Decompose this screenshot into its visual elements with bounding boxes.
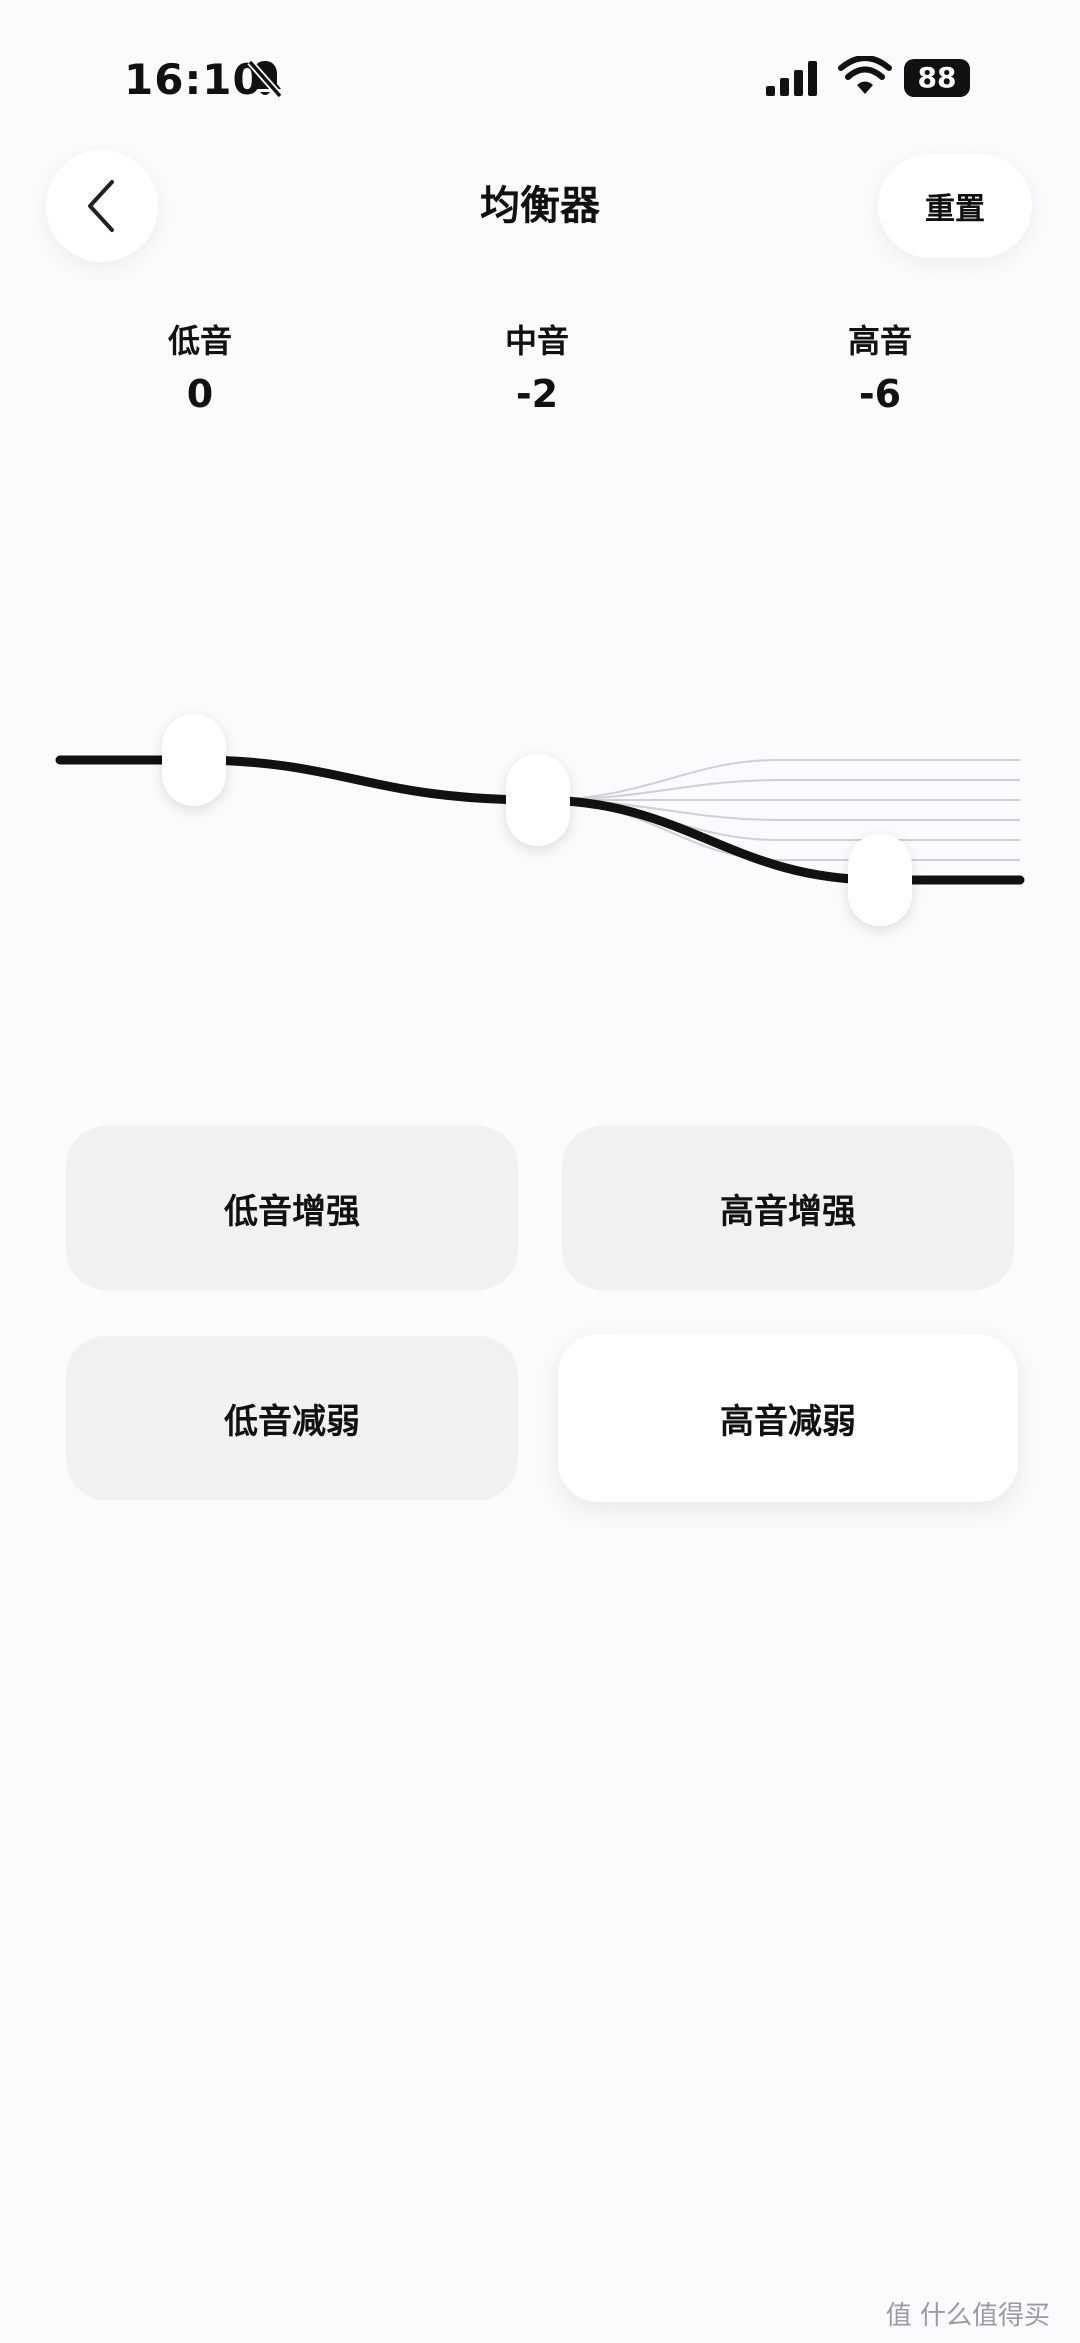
wifi-icon — [838, 56, 892, 94]
preset-treble-boost-button[interactable]: 高音增强 — [562, 1126, 1014, 1290]
eq-knob-treble[interactable] — [848, 834, 912, 926]
battery-icon: 88 — [904, 59, 970, 97]
band-bass: 低音 0 — [100, 318, 300, 424]
preset-treble-reduce-button[interactable]: 高音减弱 — [558, 1334, 1018, 1502]
page-title: 均衡器 — [480, 183, 600, 229]
band-treble-value: -6 — [858, 372, 902, 416]
band-mid-label: 中音 — [504, 322, 569, 360]
band-mid-value: -2 — [515, 372, 559, 416]
equalizer-screen: 16:10 88 均衡器 重置 低音 0 中音 -2 高音 -6 低音增强 高音… — [0, 0, 1080, 2343]
back-button[interactable] — [46, 150, 158, 262]
band-treble-label: 高音 — [847, 322, 912, 360]
band-bass-value: 0 — [186, 372, 214, 416]
band-treble: 高音 -6 — [780, 318, 980, 424]
eq-knob-mid[interactable] — [506, 754, 570, 846]
bell-slash-icon — [247, 59, 283, 99]
status-bar: 16:10 88 — [0, 0, 1080, 150]
preset-bass-boost-button[interactable]: 低音增强 — [66, 1126, 518, 1290]
band-bass-label: 低音 — [167, 322, 232, 360]
reset-button[interactable]: 重置 — [878, 154, 1032, 258]
eq-knob-bass[interactable] — [162, 714, 226, 806]
status-time: 16:10 — [124, 55, 263, 104]
band-mid: 中音 -2 — [437, 318, 637, 424]
watermark: 值 什么值得买 — [885, 2301, 1050, 2331]
preset-bass-reduce-button[interactable]: 低音减弱 — [66, 1336, 518, 1500]
chevron-left-icon — [88, 180, 114, 232]
eq-guide-line — [537, 779, 1020, 801]
cellular-signal-icon — [766, 61, 817, 96]
eq-curve[interactable] — [0, 680, 1080, 980]
